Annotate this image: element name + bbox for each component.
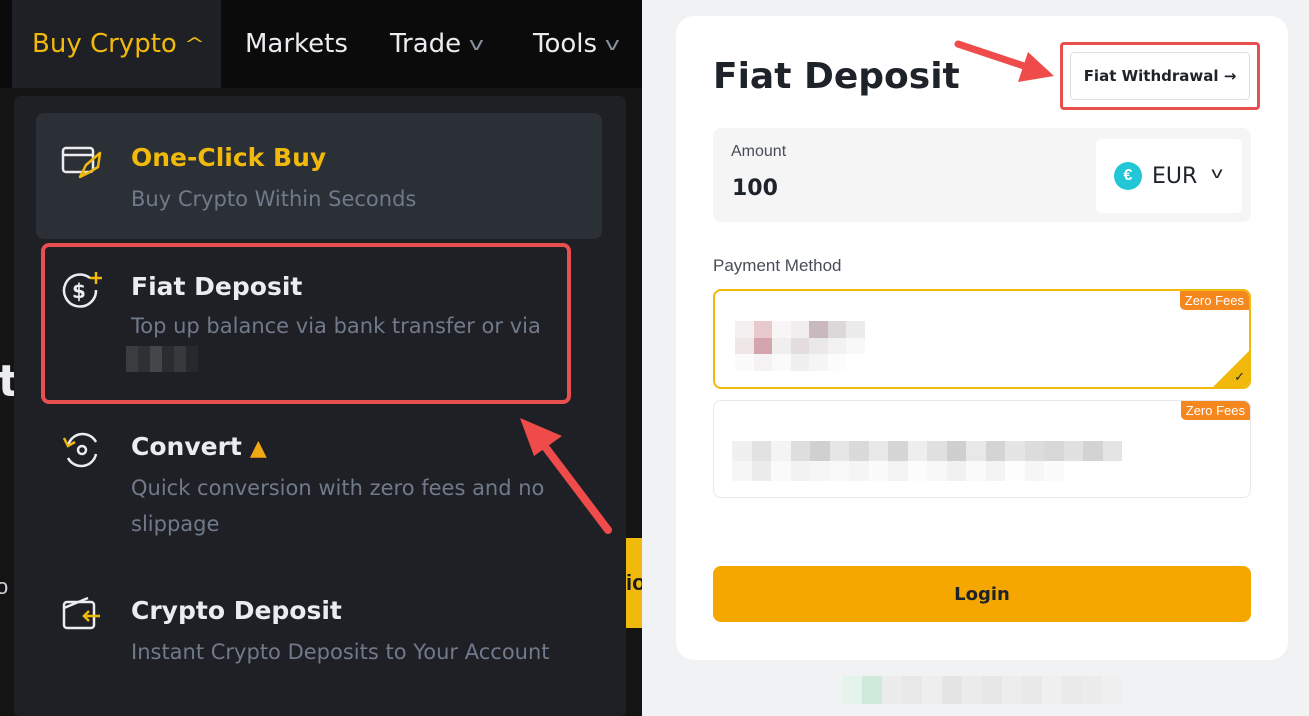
chevron-down-icon: v <box>1211 165 1223 182</box>
highlight-box <box>41 243 571 404</box>
convert-icon <box>62 432 98 468</box>
nav-trade[interactable]: Trade v <box>390 0 484 88</box>
nav-markets-label: Markets <box>245 29 348 59</box>
annotation-arrow <box>520 418 612 534</box>
login-button[interactable]: Login <box>713 566 1251 622</box>
menu-item-title: Crypto Deposit <box>131 596 342 625</box>
nav-trade-label: Trade <box>390 29 462 59</box>
background-partial-text: o <box>0 574 9 599</box>
top-nav: Buy Crypto ^ Markets Trade v Tools v <box>0 0 642 88</box>
page-title: Fiat Deposit <box>713 56 960 97</box>
annotation-arrow <box>954 40 1054 82</box>
zero-fees-badge: Zero Fees <box>1179 291 1249 310</box>
payment-option[interactable]: Zero Fees <box>713 400 1251 498</box>
chevron-down-icon: v <box>604 33 620 55</box>
payment-option[interactable]: Zero Fees ✓ <box>713 289 1251 389</box>
amount-label: Amount <box>731 143 787 160</box>
chevron-down-icon: v <box>469 33 484 55</box>
check-icon: ✓ <box>1234 369 1245 384</box>
zero-fees-badge: Zero Fees <box>1180 401 1250 420</box>
currency-label: EUR <box>1152 164 1198 189</box>
nav-tools[interactable]: Tools v <box>533 0 620 88</box>
redacted-payment-name <box>732 441 1122 481</box>
nav-markets[interactable]: Markets <box>245 0 348 88</box>
redacted-payment-logo <box>735 321 865 371</box>
payment-method-label: Payment Method <box>713 256 842 275</box>
fire-icon: ▲ <box>249 436 267 461</box>
menu-item-title: Convert ▲ <box>131 432 267 461</box>
menu-item-title: One-Click Buy <box>131 143 327 172</box>
menu-item-desc: Buy Crypto Within Seconds <box>131 187 417 211</box>
wallet-arrow-icon <box>62 596 100 630</box>
fiat-withdrawal-button[interactable]: Fiat Withdrawal → <box>1070 52 1250 100</box>
menu-item-crypto-deposit[interactable]: Crypto Deposit Instant Crypto Deposits t… <box>36 578 602 688</box>
chevron-up-icon: ^ <box>183 33 205 55</box>
nav-buy-crypto-label: Buy Crypto <box>32 29 177 59</box>
rocket-card-icon <box>61 146 102 179</box>
menu-item-title-text: Convert <box>131 432 242 461</box>
left-panel: t o io Buy Crypto ^ Markets Trade v Tool… <box>0 0 642 716</box>
menu-item-desc: Instant Crypto Deposits to Your Account <box>131 640 550 664</box>
nav-buy-crypto[interactable]: Buy Crypto ^ <box>12 0 221 88</box>
amount-input[interactable]: 100 <box>732 176 778 201</box>
nav-tools-label: Tools <box>533 29 598 59</box>
menu-item-one-click-buy[interactable]: One-Click Buy Buy Crypto Within Seconds <box>36 113 602 239</box>
euro-icon: € <box>1114 162 1142 190</box>
background-partial-button-text: io <box>626 570 642 595</box>
redacted-footer <box>842 676 1122 704</box>
